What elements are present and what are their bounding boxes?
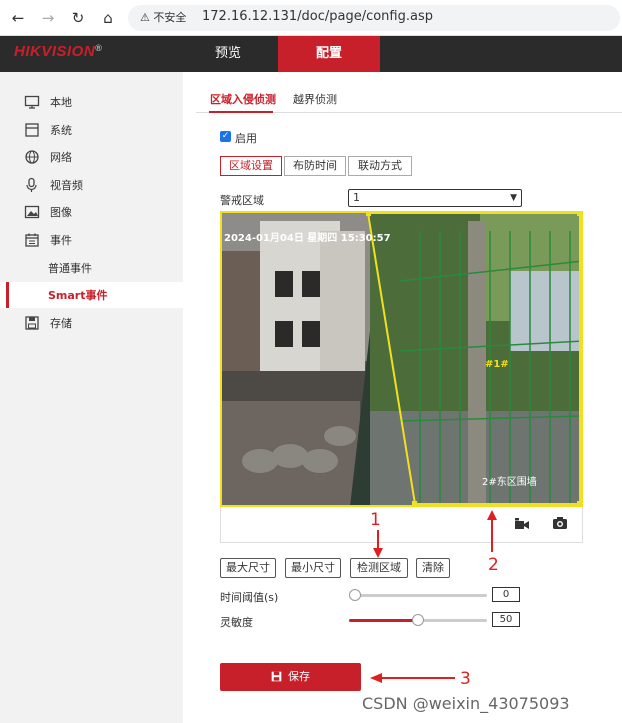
home-icon[interactable]: ⌂ [96,6,120,30]
time-threshold-label: 时间阈值(s) [220,591,279,604]
sidebar-item-smart-event[interactable]: Smart事件 [0,282,183,308]
tab-intrusion-detection[interactable]: 区域入侵侦测 [210,91,276,107]
sidebar-item-local[interactable]: 本地 [0,89,183,115]
address-bar[interactable]: ⚠ 不安全 172.16.12.131/doc/page/config.asp [128,5,620,31]
sidebar-item-label: 普通事件 [48,262,92,275]
registered-mark: ® [95,43,103,53]
tab-config[interactable]: 配置 [278,36,380,72]
camera-snapshot-icon[interactable] [552,516,568,530]
monitor-icon [24,95,40,109]
slider-fill [349,619,418,622]
osd-channel-name: 2#东区围墙 [482,477,537,488]
back-icon[interactable]: ← [6,6,30,30]
save-button[interactable]: 保存 [220,663,361,691]
record-video-icon[interactable] [514,517,530,531]
forward-icon[interactable]: → [36,6,60,30]
sidebar-item-label: 系统 [50,124,72,137]
audio-video-icon [26,177,37,192]
app-header: HIKVISION® 预览 配置 [0,36,622,72]
security-warning[interactable]: ⚠ 不安全 [140,9,186,25]
active-indicator [6,282,9,308]
video-preview[interactable]: 2024-01月04日 星期四 15:30:57 #1# 2#东区围墙 [220,211,583,507]
sidebar-item-label: 存储 [50,317,72,330]
hikvision-logo: HIKVISION® [14,43,102,60]
enable-label: 启用 [235,132,257,145]
slider-thumb[interactable] [412,614,424,626]
enable-checkbox[interactable]: ✓ [220,131,231,142]
max-size-button[interactable]: 最大尺寸 [220,558,276,578]
video-frame [220,211,583,507]
sidebar-item-label: 网络 [50,151,72,164]
tab-preview[interactable]: 预览 [180,36,276,72]
globe-icon [25,150,39,164]
area-select-value: 1 [353,191,360,204]
osd-marker: #1# [485,359,509,370]
sidebar-item-storage[interactable]: 存储 [0,310,183,336]
sidebar-item-label: 事件 [50,234,72,247]
sidebar-item-label: 图像 [50,206,72,219]
system-icon [25,123,39,137]
watermark: CSDN @weixin_43075093 [362,694,570,713]
sensitivity-label: 灵敏度 [220,616,253,629]
min-size-button[interactable]: 最小尺寸 [285,558,341,578]
save-label: 保存 [288,670,310,683]
sidebar-item-event[interactable]: 事件 [0,227,183,253]
sensitivity-input[interactable]: 50 [492,612,520,627]
save-disk-icon [25,316,39,330]
step-arming-schedule[interactable]: 布防时间 [284,156,346,176]
step-linkage-method[interactable]: 联动方式 [348,156,412,176]
chevron-down-icon: ▼ [510,193,517,203]
sidebar-item-label: Smart事件 [48,289,108,302]
step-area-settings[interactable]: 区域设置 [220,156,282,176]
calendar-icon [25,233,39,247]
sidebar-item-audio-video[interactable]: 视音频 [0,172,183,198]
area-select[interactable]: 1 ▼ [348,189,522,207]
sidebar-item-label: 视音频 [50,179,83,192]
annotation-number-1: 1 [370,510,381,530]
sidebar-item-label: 本地 [50,96,72,109]
security-label: 不安全 [153,11,187,24]
logo-text: HIKVISION [14,43,96,60]
annotation-number-2: 2 [488,555,499,575]
save-disk-icon [271,671,282,682]
sidebar-item-network[interactable]: 网络 [0,144,183,170]
time-threshold-slider[interactable] [349,589,487,601]
sidebar-item-normal-event[interactable]: 普通事件 [0,255,183,281]
annotation-number-3: 3 [460,669,471,689]
active-tab-underline [209,111,273,113]
image-icon [24,205,40,219]
url-text[interactable]: 172.16.12.131/doc/page/config.asp [202,9,433,24]
browser-toolbar: ← → ↻ ⌂ ⚠ 不安全 172.16.12.131/doc/page/con… [0,0,622,36]
tab-line-crossing[interactable]: 越界侦测 [293,91,337,107]
video-controls-bar [220,507,583,543]
sidebar-item-image[interactable]: 图像 [0,199,183,225]
clear-button[interactable]: 清除 [416,558,450,578]
time-threshold-input[interactable]: 0 [492,587,520,602]
slider-thumb[interactable] [349,589,361,601]
sidebar: 本地 系统 网络 视音频 图像 事件 普通事件 Smart事件 存储 [0,72,183,723]
reload-icon[interactable]: ↻ [66,6,90,30]
sensitivity-slider[interactable] [349,614,487,626]
detect-area-button[interactable]: 检测区域 [350,558,408,578]
area-label: 警戒区域 [220,194,264,207]
sidebar-item-system[interactable]: 系统 [0,117,183,143]
osd-timestamp: 2024-01月04日 星期四 15:30:57 [224,233,391,244]
